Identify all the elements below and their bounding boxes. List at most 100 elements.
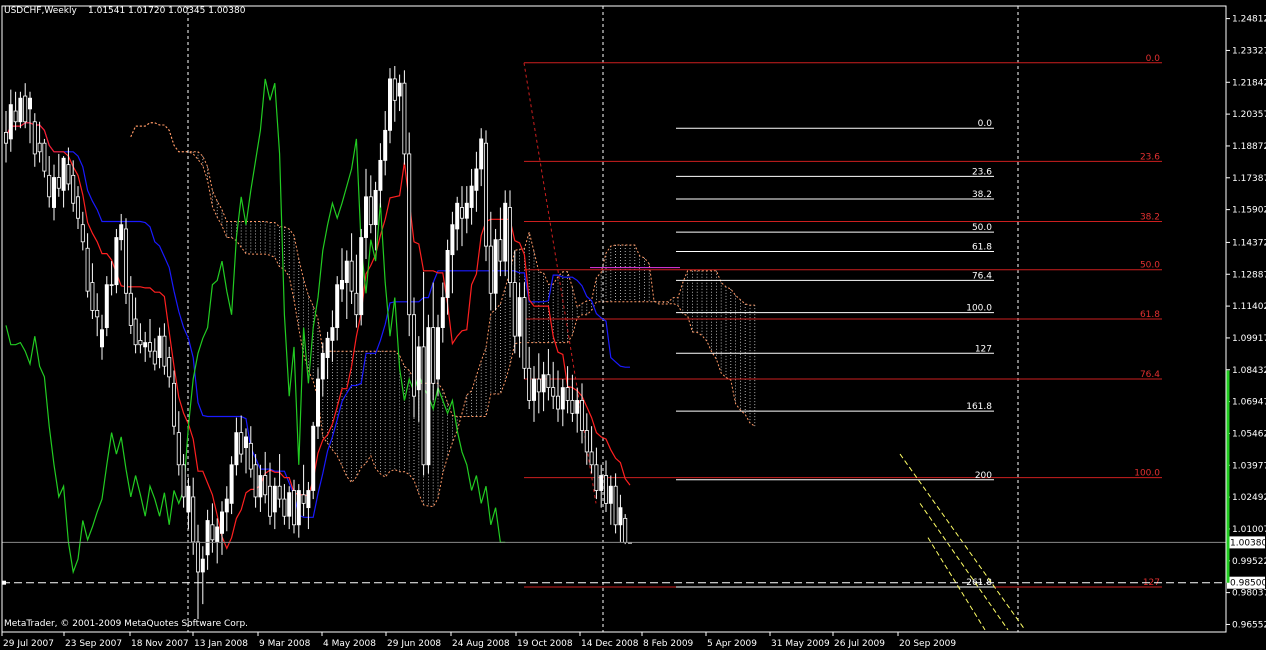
candle-body [301,494,306,504]
candle-body [133,318,138,346]
candle-body [210,524,215,541]
candle-body [37,142,42,153]
price-label: 1.12887 [1232,270,1266,280]
candle-body [474,168,479,191]
candle-body [239,432,244,455]
candle-body [584,430,589,453]
candle-body [445,249,450,298]
time-label: 19 Oct 2008 [517,639,573,649]
time-label: 13 Jan 2008 [194,639,248,649]
candle-body [32,121,37,155]
chart-header-symbol: USDCHF,Weekly [4,6,77,16]
candle-body [100,329,105,348]
candle-body [191,496,196,543]
candle-body [109,284,114,286]
candle-body [339,280,344,290]
candle-body [599,475,604,491]
fib-white-label: 100.0 [966,304,992,314]
candle-body [325,337,330,358]
candle-body [4,132,9,144]
time-label: 5 Apr 2009 [707,639,757,649]
candle-body [397,82,402,97]
candle-body [248,442,253,470]
fib-white-label: 200 [975,471,992,481]
price-label: 1.08432 [1232,366,1266,376]
candle-body [532,378,537,401]
candle-body [147,342,152,352]
candle-body [119,224,124,241]
candle-body [565,387,570,401]
candle-body [124,228,129,294]
candle-body [167,357,172,378]
time-label: 18 Nov 2007 [131,639,189,649]
fib-red-label: 76.4 [1140,370,1160,380]
candle-body [66,164,71,185]
candle-body [311,425,316,491]
candle-body [330,327,335,341]
time-label: 29 Jul 2007 [3,639,54,649]
fib-white-label: 0.0 [978,119,993,129]
time-label: 8 Feb 2009 [643,639,694,649]
candle-body [291,490,296,526]
candle-body [546,374,551,389]
candle-body [522,297,527,369]
candle-body [42,142,47,172]
candle-body [267,485,272,517]
candle-body [589,451,594,466]
candle-body [272,485,277,513]
price-label: 1.18872 [1232,142,1266,152]
fib-red-label: 100.0 [1134,469,1160,479]
candle-body [450,224,455,256]
candle-body [306,490,311,509]
price-label: 1.17387 [1232,174,1266,184]
candle-body [287,492,292,517]
candle-body [440,297,445,328]
fib-red-label: 38.2 [1140,212,1160,222]
price-label: 1.03977 [1232,461,1266,471]
candle-body [52,177,57,208]
candle-body [205,520,210,556]
candle-body [282,498,287,517]
candle-body [402,82,407,155]
candle-body [536,378,541,393]
candle-body [363,196,368,238]
price-box-label: 1.00380 [1230,538,1266,548]
candle-body [186,485,191,513]
candle-body [215,526,220,543]
candle-body [594,464,599,491]
candle-body [469,185,474,208]
candle-body [580,400,585,431]
candle-body [219,511,224,534]
price-label: 1.11402 [1232,302,1266,312]
candle-body [258,475,263,498]
price-label: 1.23327 [1232,46,1266,56]
time-label: 20 Sep 2009 [899,639,956,649]
candle-body [493,239,498,294]
candle-body [464,202,469,219]
candle-body [18,97,23,123]
price-label: 1.09917 [1232,334,1266,344]
fib-white-label: 23.6 [972,167,992,177]
fib-white-label: 38.2 [972,190,992,200]
candle-body [527,367,532,401]
candle-body [104,284,109,328]
candle-body [479,138,484,170]
time-label: 4 May 2008 [323,639,376,649]
candle-body [551,387,556,397]
candle-body [71,174,76,204]
usdchf-weekly-chart[interactable]: 0.0 23.6 38.2 50.0 61.8 76.4 100.0 127 0.0 23.6 38… [0,0,1266,650]
fib-white-label: 50.0 [972,223,992,233]
candle-body [56,177,61,189]
price-label: 0.99522 [1232,557,1266,567]
candle-body [560,387,565,410]
price-label: 1.01007 [1232,525,1266,535]
fib-white-label: 127 [975,344,992,354]
candle-body [623,517,628,543]
candle-body [421,346,426,466]
candle-body [13,110,18,123]
candle-body [604,475,609,504]
candle-body [541,374,546,393]
price-label: 0.96552 [1232,620,1266,630]
candle-body [143,342,148,348]
candle-body [575,400,580,414]
